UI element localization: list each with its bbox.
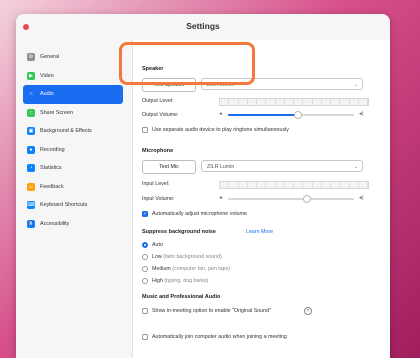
output-level-meter: [219, 98, 369, 106]
sidebar-item-label: General: [40, 54, 60, 61]
sidebar-item-keyboard-shortcuts[interactable]: ⌨ Keyboard Shortcuts: [23, 196, 123, 215]
gear-icon: ⚙: [27, 53, 35, 62]
sidebar-item-label: Audio: [40, 91, 54, 98]
output-volume-knob[interactable]: [294, 111, 303, 119]
settings-sidebar: ⚙ General ▶ Video ∩ Audio ↑ Share Screen…: [23, 48, 123, 233]
microphone-section-title: Microphone: [142, 148, 174, 154]
noise-radio-low[interactable]: [142, 254, 148, 260]
sidebar-item-accessibility[interactable]: ♿ Accessibility: [23, 215, 123, 234]
title-bar: Settings: [16, 14, 390, 40]
noise-section-title: Suppress background noise: [142, 229, 216, 235]
output-level-label: Output Level:: [142, 98, 174, 104]
input-volume-label: Input Volume:: [142, 196, 175, 202]
info-icon[interactable]: ?: [304, 307, 312, 315]
sidebar-item-label: Keyboard Shortcuts: [40, 202, 88, 209]
auto-join-audio-checkbox[interactable]: [142, 334, 148, 340]
auto-adjust-label: Automatically adjust microphone volume: [152, 211, 247, 217]
volume-high-icon: ◂): [359, 111, 364, 117]
noise-option-label: Medium (computer fan, pen taps): [152, 266, 231, 272]
output-volume-slider[interactable]: [228, 111, 354, 119]
noise-radio-high[interactable]: [142, 278, 148, 284]
sidebar-item-label: Feedback: [40, 183, 64, 190]
accessibility-icon: ♿: [27, 219, 35, 228]
sidebar-item-label: Share Screen: [40, 109, 73, 116]
sidebar-item-label: Statistics: [40, 165, 62, 172]
test-mic-button[interactable]: Test Mic: [142, 160, 196, 174]
sidebar-item-audio[interactable]: ∩ Audio: [23, 85, 123, 104]
microphone-device-select[interactable]: ZILR Lumin ⌄: [201, 160, 363, 172]
chevron-down-icon: ⌄: [353, 164, 358, 170]
sidebar-item-feedback[interactable]: ☺ Feedback: [23, 178, 123, 197]
noise-option-label: Low (faint background sound): [152, 254, 222, 260]
volume-low-icon: ◂: [219, 195, 222, 201]
recording-icon: ●: [27, 145, 35, 154]
sidebar-item-share-screen[interactable]: ↑ Share Screen: [23, 104, 123, 123]
separate-device-label: Use separate audio device to play ringto…: [152, 127, 289, 133]
sidebar-item-label: Background & Effects: [40, 128, 92, 135]
input-volume-slider[interactable]: [228, 195, 354, 203]
original-sound-label: Show in-meeting option to enable "Origin…: [152, 308, 271, 314]
sidebar-item-label: Recording: [40, 146, 65, 153]
sidebar-item-general[interactable]: ⚙ General: [23, 48, 123, 67]
output-volume-label: Output Volume:: [142, 112, 179, 118]
sidebar-item-label: Video: [40, 72, 54, 79]
sidebar-item-statistics[interactable]: ◔ Statistics: [23, 159, 123, 178]
noise-radio-medium[interactable]: [142, 266, 148, 272]
auto-join-audio-label: Automatically join computer audio when j…: [152, 334, 287, 340]
noise-radio-auto[interactable]: [142, 242, 148, 248]
sidebar-item-background-effects[interactable]: ▣ Background & Effects: [23, 122, 123, 141]
volume-high-icon: ◂): [359, 195, 364, 201]
speaker-highlight-box: [119, 42, 255, 85]
statistics-icon: ◔: [27, 164, 35, 173]
microphone-device-value: ZILR Lumin: [207, 164, 235, 170]
input-volume-knob[interactable]: [303, 195, 312, 203]
window-title: Settings: [186, 21, 220, 31]
background-icon: ▣: [27, 127, 35, 136]
headphones-icon: ∩: [29, 91, 33, 98]
sidebar-item-recording[interactable]: ● Recording: [23, 141, 123, 160]
noise-option-label: Auto: [152, 242, 163, 248]
share-screen-icon: ↑: [27, 108, 35, 117]
input-level-meter: [219, 181, 369, 189]
learn-more-link[interactable]: Learn More: [246, 229, 273, 235]
input-level-label: Input Level:: [142, 181, 170, 187]
output-volume-fill: [228, 114, 298, 116]
sidebar-item-label: Accessibility: [40, 220, 70, 227]
chevron-down-icon: ⌄: [353, 82, 358, 88]
audio-settings-panel: Speaker Test Speaker ZILR Lumin ⌄ Output…: [132, 40, 390, 358]
keyboard-icon: ⌨: [27, 201, 35, 210]
volume-low-icon: ◂: [219, 111, 222, 117]
video-icon: ▶: [27, 71, 35, 80]
noise-option-label: High (typing, dog barks): [152, 278, 209, 284]
music-section-title: Music and Professional Audio: [142, 294, 221, 300]
auto-adjust-checkbox[interactable]: ✓: [142, 211, 148, 217]
feedback-icon: ☺: [27, 182, 35, 191]
original-sound-checkbox[interactable]: [142, 308, 148, 314]
sidebar-item-video[interactable]: ▶ Video: [23, 67, 123, 86]
input-volume-fill: [228, 198, 307, 200]
separate-device-checkbox[interactable]: [142, 127, 148, 133]
